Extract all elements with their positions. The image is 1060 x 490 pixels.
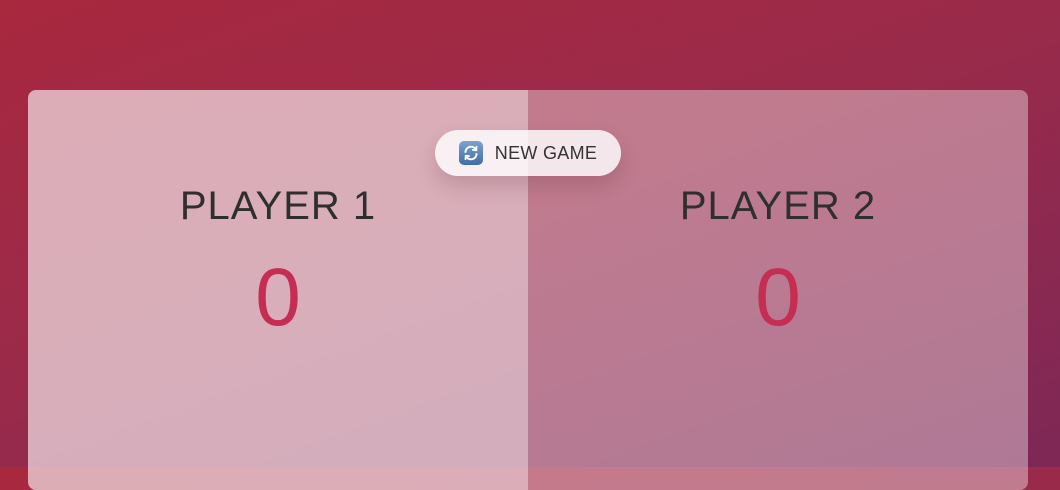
player-1-score: 0 bbox=[255, 252, 301, 343]
new-game-button[interactable]: NEW GAME bbox=[435, 130, 621, 176]
new-game-label: NEW GAME bbox=[494, 142, 598, 163]
player-1-name: PLAYER 1 bbox=[179, 184, 377, 228]
player-2-score: 0 bbox=[755, 252, 801, 343]
player-2-name: PLAYER 2 bbox=[679, 184, 877, 228]
refresh-icon bbox=[458, 141, 483, 165]
